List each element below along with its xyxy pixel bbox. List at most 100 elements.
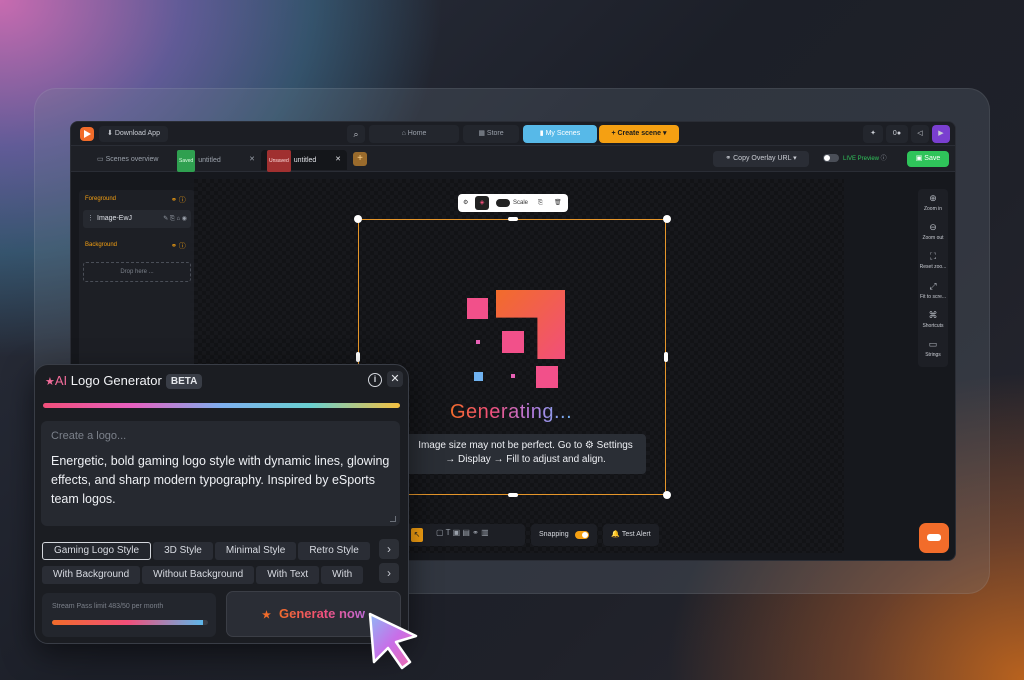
pointer-icon[interactable]: ↖ xyxy=(411,528,423,542)
live-preview-toggle[interactable]: LIVE Preview ⓘ xyxy=(823,151,887,167)
option-chips: With Background Without Background With Te… xyxy=(42,564,402,584)
chip-without-background[interactable]: Without Background xyxy=(142,566,255,584)
store-button[interactable]: ▦ Store xyxy=(463,125,519,143)
layer-image[interactable]: ⋮ Image-EwJ ✎ ⎘ ⌂ ◉ xyxy=(83,210,191,228)
test-alert-button[interactable]: 🔔 Test Alert xyxy=(603,524,659,546)
home-button[interactable]: ⌂ Home xyxy=(369,125,459,143)
info-icon[interactable]: i xyxy=(368,373,382,387)
resize-handle[interactable] xyxy=(508,493,518,497)
drop-zone[interactable]: Drop here ... xyxy=(83,262,191,282)
megaphone-icon[interactable]: ◁ xyxy=(911,125,929,143)
live-preview-label: LIVE Preview xyxy=(843,156,880,162)
saved-tag: Saved xyxy=(177,150,196,172)
notifications-icon[interactable]: ✦ xyxy=(863,125,883,143)
strings-label: Strings xyxy=(925,352,941,358)
chip-gaming-logo-style[interactable]: Gaming Logo Style xyxy=(42,542,152,560)
toggle-switch[interactable] xyxy=(823,154,839,163)
ai-icon[interactable]: ◈ xyxy=(475,196,489,210)
save-label: Save xyxy=(924,155,941,162)
shortcuts-label: Shortcuts xyxy=(922,323,944,329)
resize-handle[interactable] xyxy=(356,352,360,362)
drag-handle-icon[interactable]: ⋮ xyxy=(87,210,94,228)
usage-fill xyxy=(52,620,204,625)
chip-with-background[interactable]: With Background xyxy=(42,566,141,584)
search-icon[interactable]: ⌕ xyxy=(347,125,365,143)
my-scenes-button[interactable]: ▮ My Scenes xyxy=(523,125,597,143)
chip-minimal-style[interactable]: Minimal Style xyxy=(214,542,297,560)
test-alert-label: Test Alert xyxy=(621,531,651,538)
zoom-out-button[interactable]: ⊖ Zoom out xyxy=(918,222,948,241)
chip-with-text[interactable]: With Text xyxy=(256,566,320,584)
top-bar: ⬇ Download App ⌕ ⌂ Home ▦ Store ▮ My Sce… xyxy=(71,122,955,146)
duplicate-icon[interactable]: ⎘ xyxy=(538,194,543,212)
scale-toggle[interactable] xyxy=(496,199,510,207)
resize-handle[interactable] xyxy=(663,491,671,499)
star-icon: ★ xyxy=(262,610,271,621)
resize-handle[interactable] xyxy=(664,352,668,362)
chevron-right-icon[interactable]: › xyxy=(379,563,399,583)
reset-zoom-button[interactable]: ⛶ Reset zoo... xyxy=(918,251,948,270)
element-toolbar: ⚙ ◈ Scale ⎘ 🗑 xyxy=(458,194,568,212)
layer-actions-icon[interactable]: ✎ ⎘ ⌂ ◉ xyxy=(163,210,187,228)
close-icon[interactable]: ✕ xyxy=(335,150,341,170)
generating-status: Generating... xyxy=(450,401,573,423)
shortcuts-button[interactable]: ⌘ Shortcuts xyxy=(918,310,948,329)
zoom-in-button[interactable]: ⊕ Zoom in xyxy=(918,193,948,212)
tab-scenes-overview[interactable]: ▭ Scenes overview xyxy=(91,150,164,170)
tab-untitled-unsaved[interactable]: Unsaved untitled ✕ xyxy=(261,150,347,172)
title-ai: AI xyxy=(54,373,68,388)
app-logo-icon[interactable] xyxy=(80,127,94,141)
usage-bar xyxy=(52,620,208,625)
resize-handle[interactable] xyxy=(663,215,671,223)
link-icon[interactable]: ⚭ ⓘ xyxy=(171,241,186,251)
shape-tools-icon[interactable]: ▢ T ▣ ▤ ⚭ ▥ xyxy=(436,528,489,537)
usage-text: Stream Pass limit 483/50 per month xyxy=(52,603,164,610)
usage-box: Stream Pass limit 483/50 per month xyxy=(42,593,216,637)
resize-handle[interactable] xyxy=(354,215,362,223)
save-button[interactable]: ▣ Save xyxy=(907,151,949,167)
close-icon[interactable]: ✕ xyxy=(249,150,255,170)
chip-retro-style[interactable]: Retro Style xyxy=(298,542,370,560)
generate-label: Generate now xyxy=(279,606,365,621)
resize-handle[interactable] xyxy=(508,217,518,221)
notice-line-1: Image size may not be perfect. Go to ⚙ S… xyxy=(418,440,633,451)
close-panel-button[interactable]: ✕ xyxy=(387,371,403,387)
link-icon[interactable]: ⚭ ⓘ xyxy=(171,195,186,205)
create-scene-button[interactable]: + Create scene ▾ xyxy=(599,125,679,143)
snapping-toggle[interactable] xyxy=(575,531,589,539)
user-avatar[interactable]: ▶ xyxy=(932,125,950,143)
strings-icon: ▭ xyxy=(928,339,938,349)
create-scene-label: + Create scene xyxy=(611,130,662,137)
chevron-right-icon[interactable]: › xyxy=(379,539,399,559)
logo-square xyxy=(511,374,515,378)
tab1-label: untitled xyxy=(198,157,221,164)
home-label: Home xyxy=(407,130,427,137)
tab-untitled-saved[interactable]: Saved untitled ✕ xyxy=(171,150,261,172)
prompt-text: Energetic, bold gaming logo style with d… xyxy=(51,454,390,506)
title-rest: Logo Generator xyxy=(67,373,162,388)
copy-overlay-url-button[interactable]: ⚭ Copy Overlay URL ▾ xyxy=(713,151,809,167)
fit-screen-button[interactable]: ⤢ Fit to scre... xyxy=(918,281,948,300)
copy-url-label: Copy Overlay URL xyxy=(733,155,792,162)
strings-button[interactable]: ▭ Strings xyxy=(918,339,948,358)
chip-with-more[interactable]: With xyxy=(321,566,364,584)
settings-icon[interactable]: ⚙ xyxy=(463,194,468,212)
tab2-label: untitled xyxy=(293,157,317,164)
coins-badge[interactable]: 0● xyxy=(886,125,908,143)
size-notice: Image size may not be perfect. Go to ⚙ S… xyxy=(405,434,646,474)
resize-grip-icon[interactable] xyxy=(390,516,396,522)
panel-title: ★AI Logo Generator BETA xyxy=(45,373,203,389)
snapping-label: Snapping xyxy=(539,531,569,538)
chat-button[interactable] xyxy=(919,523,949,553)
my-scenes-label: My Scenes xyxy=(545,130,581,137)
layer-name: Image-EwJ xyxy=(97,215,133,222)
foreground-label: Foreground xyxy=(85,196,117,202)
snapping-control[interactable]: Snapping xyxy=(531,524,597,546)
style-chips: Gaming Logo Style 3D Style Minimal Style Re… xyxy=(42,540,402,560)
prompt-textarea[interactable]: Create a logo... Energetic, bold gaming … xyxy=(41,421,400,526)
chip-3d-style[interactable]: 3D Style xyxy=(153,542,213,560)
notice-line-2: → Display → Fill to adjust and align. xyxy=(445,454,606,465)
add-tab-button[interactable]: + xyxy=(353,152,367,166)
trash-icon[interactable]: 🗑 xyxy=(554,194,562,212)
download-app-button[interactable]: ⬇ Download App xyxy=(99,126,168,142)
